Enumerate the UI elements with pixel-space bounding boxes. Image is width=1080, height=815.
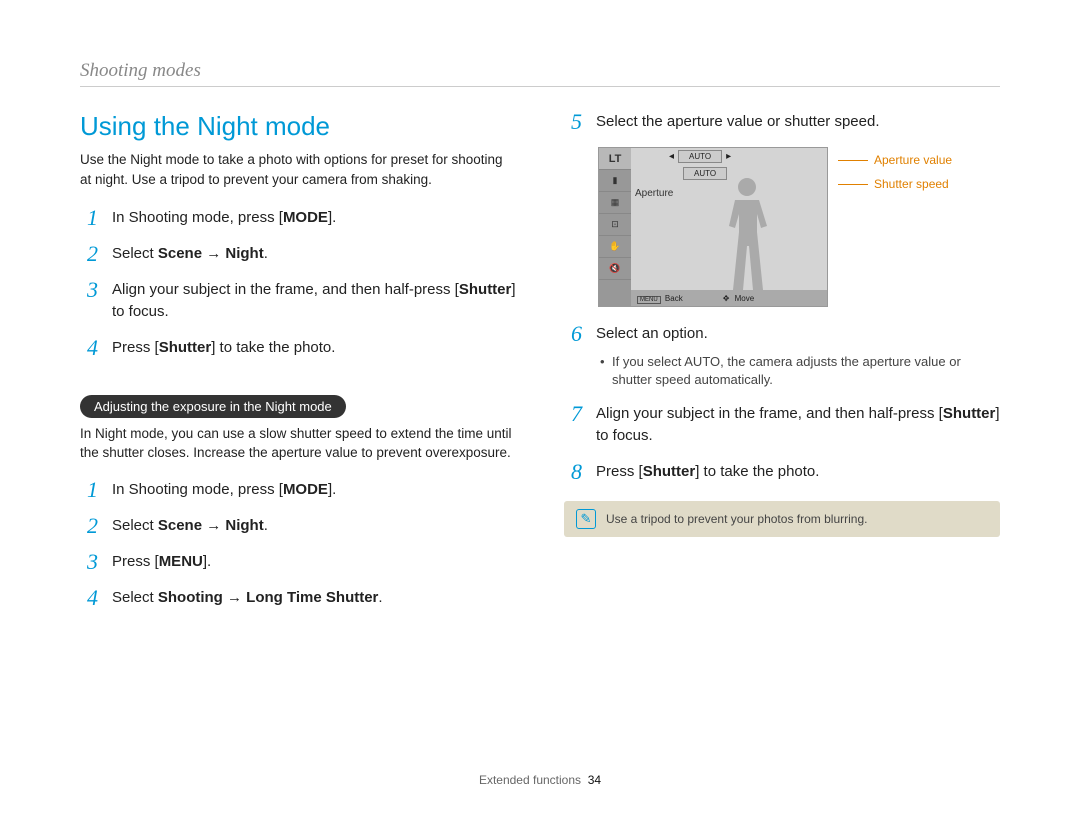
move-label: Move: [735, 294, 755, 303]
menu-back-group: MENU Back: [637, 294, 683, 303]
person-silhouette-icon: [717, 178, 777, 292]
camera-main-area: ◂ AUTO ▸ AUTO Aperture MENU Back: [631, 148, 827, 306]
step-text: Select Scene → Night.: [112, 243, 516, 265]
step-number: 4: [80, 337, 98, 359]
sidebar-focus-icon: ⊡: [599, 214, 631, 236]
step-text: Press [MENU].: [112, 551, 516, 573]
step-number: 6: [564, 323, 582, 345]
aperture-label: Aperture: [635, 188, 673, 199]
page-number: 34: [588, 773, 601, 787]
right-column: 5 Select the aperture value or shutter s…: [564, 111, 1000, 623]
step-number: 1: [80, 207, 98, 229]
step-number: 3: [80, 551, 98, 573]
aperture-auto-value: AUTO: [678, 150, 722, 163]
step-number: 5: [564, 111, 582, 133]
step-number: 3: [80, 279, 98, 301]
step-2b: 2 Select Scene → Night.: [80, 515, 516, 537]
step-text: In Shooting mode, press [MODE].: [112, 479, 516, 501]
step-1b: 1 In Shooting mode, press [MODE].: [80, 479, 516, 501]
camera-top-controls: ◂ AUTO ▸: [669, 150, 731, 163]
step-6: 6 Select an option.: [564, 323, 1000, 345]
sidebar-off-icon: 🔇: [599, 258, 631, 280]
step-text: Select an option.: [596, 323, 1000, 345]
left-column: Using the Night mode Use the Night mode …: [80, 111, 516, 623]
page-title: Using the Night mode: [80, 111, 516, 142]
left-arrow-icon: ◂: [669, 151, 674, 162]
step-text: Align your subject in the frame, and the…: [112, 279, 516, 323]
step-text: Press [Shutter] to take the photo.: [596, 461, 1000, 483]
step-number: 7: [564, 403, 582, 425]
tip-text: Use a tripod to prevent your photos from…: [606, 512, 867, 526]
page-footer: Extended functions 34: [0, 773, 1080, 787]
step-text: In Shooting mode, press [MODE].: [112, 207, 516, 229]
step-number: 4: [80, 587, 98, 609]
legend-aperture-label: Aperture value: [874, 153, 952, 167]
legend-line-icon: [838, 184, 868, 185]
step-number: 2: [80, 515, 98, 537]
step-text: Select Scene → Night.: [112, 515, 516, 537]
step-6-bullet: If you select AUTO, the camera adjusts t…: [600, 353, 1000, 389]
step-3b: 3 Press [MENU].: [80, 551, 516, 573]
step-3a: 3 Align your subject in the frame, and t…: [80, 279, 516, 323]
sidebar-m-icon: ▮: [599, 170, 631, 192]
move-group: ✥ Move: [723, 294, 755, 303]
dpad-icon: ✥: [723, 294, 730, 303]
step-number: 1: [80, 479, 98, 501]
screenshot-legend: Aperture value Shutter speed: [838, 153, 952, 191]
two-column-layout: Using the Night mode Use the Night mode …: [80, 111, 1000, 623]
step-number: 8: [564, 461, 582, 483]
camera-bottom-bar: MENU Back ✥ Move: [631, 290, 827, 306]
step-4a: 4 Press [Shutter] to take the photo.: [80, 337, 516, 359]
subheading-pill: Adjusting the exposure in the Night mode: [80, 395, 346, 418]
step-7: 7 Align your subject in the frame, and t…: [564, 403, 1000, 447]
camera-screen: LT ▮ ▦ ⊡ ✋ 🔇 ◂ AUTO ▸ AUTO Ap: [598, 147, 828, 307]
step-2a: 2 Select Scene → Night.: [80, 243, 516, 265]
step-text: Press [Shutter] to take the photo.: [112, 337, 516, 359]
step-number: 2: [80, 243, 98, 265]
menu-icon: MENU: [637, 296, 661, 304]
legend-line-icon: [838, 160, 868, 161]
step-4b: 4 Select Shooting → Long Time Shutter.: [80, 587, 516, 609]
legend-shutter: Shutter speed: [838, 177, 952, 191]
sidebar-hand-icon: ✋: [599, 236, 631, 258]
tip-box: ✎ Use a tripod to prevent your photos fr…: [564, 501, 1000, 537]
footer-section-label: Extended functions: [479, 773, 581, 787]
subheading-note: In Night mode, you can use a slow shutte…: [80, 424, 516, 463]
camera-screenshot-wrap: LT ▮ ▦ ⊡ ✋ 🔇 ◂ AUTO ▸ AUTO Ap: [598, 147, 1000, 307]
note-icon: ✎: [576, 509, 596, 529]
right-arrow-icon: ▸: [726, 151, 731, 162]
breadcrumb: Shooting modes: [80, 60, 1000, 87]
sidebar-grid-icon: ▦: [599, 192, 631, 214]
step-text: Select the aperture value or shutter spe…: [596, 111, 1000, 133]
legend-shutter-label: Shutter speed: [874, 177, 949, 191]
step-5: 5 Select the aperture value or shutter s…: [564, 111, 1000, 133]
step-text: Select Shooting → Long Time Shutter.: [112, 587, 516, 609]
sidebar-lt-icon: LT: [599, 148, 631, 170]
camera-sidebar: LT ▮ ▦ ⊡ ✋ 🔇: [599, 148, 631, 306]
step-text: Align your subject in the frame, and the…: [596, 403, 1000, 447]
legend-aperture: Aperture value: [838, 153, 952, 167]
intro-paragraph: Use the Night mode to take a photo with …: [80, 150, 516, 189]
back-label: Back: [665, 294, 683, 303]
step-8: 8 Press [Shutter] to take the photo.: [564, 461, 1000, 483]
step-1a: 1 In Shooting mode, press [MODE].: [80, 207, 516, 229]
